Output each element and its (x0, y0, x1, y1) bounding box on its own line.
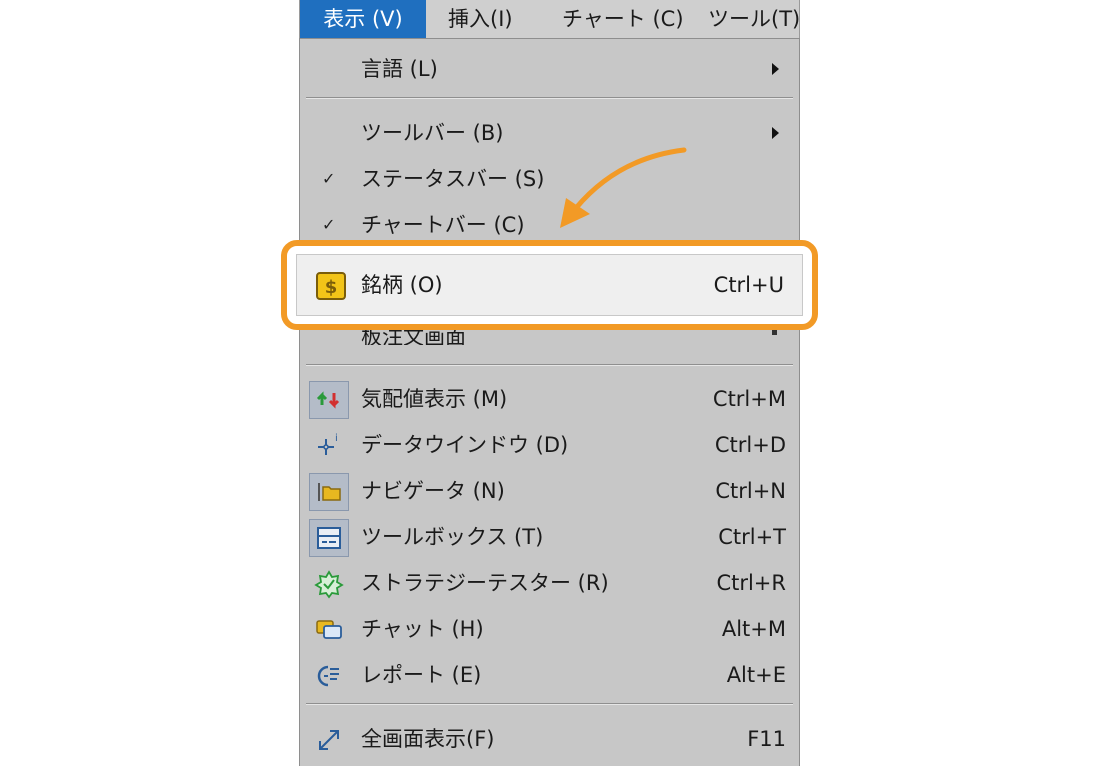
menu-item-label: ナビゲータ (N) (361, 479, 505, 503)
menu-item-label: 言語 (L) (361, 57, 438, 81)
svg-text:$: $ (325, 277, 338, 298)
menu-item-label: レポート (E) (361, 663, 482, 687)
menu-item-report[interactable]: レポート (E) Alt+E (300, 652, 799, 698)
shortcut-label: Ctrl+R (716, 571, 786, 595)
menu-insert[interactable]: 挿入(I) (448, 0, 513, 38)
menu-item-navigator[interactable]: ナビゲータ (N) Ctrl+N (300, 468, 799, 514)
menu-bar: 表示 (V) 挿入(I) チャート (C) ツール(T) (299, 0, 800, 38)
menu-item-label: ステータスバー (S) (361, 167, 545, 191)
menu-item-language[interactable]: 言語 (L) (300, 46, 799, 92)
shortcut-label: Alt+M (721, 617, 786, 641)
menu-separator (306, 364, 793, 366)
menu-item-data-window[interactable]: i データウインドウ (D) Ctrl+D (300, 422, 799, 468)
menu-item-label: ツールボックス (T) (361, 525, 544, 549)
market-watch-icon (309, 381, 349, 419)
submenu-arrow-icon (772, 330, 777, 335)
menu-item-label: ツールバー (B) (361, 121, 504, 145)
menu-item-symbols[interactable]: $ 銘柄 (O) Ctrl+U (296, 254, 803, 316)
shortcut-label: Ctrl+N (715, 479, 786, 503)
menu-item-chat[interactable]: チャット (H) Alt+M (300, 606, 799, 652)
menu-separator (306, 703, 793, 705)
menu-item-label: 気配値表示 (M) (361, 387, 508, 411)
svg-text:i: i (335, 433, 338, 444)
menu-item-label: チャット (H) (361, 617, 484, 641)
shortcut-label: Ctrl+M (712, 387, 786, 411)
pointer-arrow-icon (560, 147, 687, 228)
menu-item-label: データウインドウ (D) (361, 433, 569, 457)
shortcut-label: Ctrl+U (713, 273, 784, 297)
expand-icon (309, 721, 349, 759)
dollar-icon: $ (316, 272, 346, 300)
menu-view[interactable]: 表示 (V) (300, 0, 426, 38)
menu-separator (306, 97, 793, 99)
menu-chart[interactable]: チャート (C) (562, 0, 684, 38)
menu-item-label: 全画面表示(F) (361, 727, 495, 751)
menu-item-toolbox[interactable]: ツールボックス (T) Ctrl+T (300, 514, 799, 560)
chat-icon (309, 611, 349, 649)
report-icon (309, 657, 349, 695)
folder-icon (309, 473, 349, 511)
shortcut-label: F11 (747, 727, 786, 751)
menu-tools[interactable]: ツール(T) (708, 0, 800, 38)
submenu-arrow-icon (772, 127, 779, 139)
shortcut-label: Alt+E (726, 663, 786, 687)
shortcut-label: Ctrl+D (714, 433, 786, 457)
menu-item-market-watch[interactable]: 気配値表示 (M) Ctrl+M (300, 376, 799, 422)
toolbox-icon (309, 519, 349, 557)
submenu-arrow-icon (772, 63, 779, 75)
gear-icon (309, 565, 349, 603)
menu-item-fullscreen[interactable]: 全画面表示(F) F11 (300, 716, 799, 762)
crosshair-icon: i (309, 427, 349, 465)
menu-item-strategy-tester[interactable]: ストラテジーテスター (R) Ctrl+R (300, 560, 799, 606)
menu-item-label: 銘柄 (O) (361, 273, 443, 297)
menu-item-label: ストラテジーテスター (R) (361, 571, 609, 595)
shortcut-label: Ctrl+T (718, 525, 786, 549)
checkmark-icon: ✓ (322, 169, 336, 188)
